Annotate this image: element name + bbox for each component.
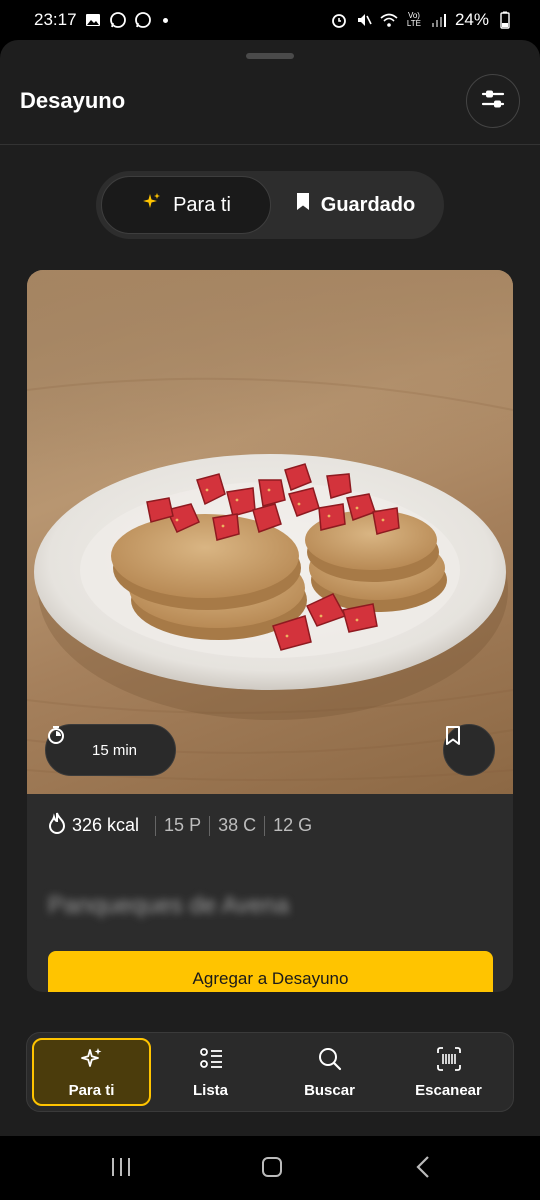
- gallery-icon: [84, 11, 102, 29]
- sparkles-icon: [141, 191, 163, 219]
- fat: 12 G: [273, 815, 313, 835]
- back-button[interactable]: [410, 1155, 436, 1184]
- volte-icon: Vo) LTE: [406, 11, 421, 28]
- list-icon: [198, 1046, 224, 1076]
- search-icon: [317, 1046, 343, 1076]
- bookmark-button[interactable]: [443, 724, 495, 776]
- system-nav-bar: [0, 1136, 540, 1200]
- prep-time: 15 min: [91, 741, 138, 759]
- barcode-scan-icon: [436, 1046, 462, 1076]
- status-time: 23:17: [34, 10, 77, 29]
- status-bar: 23:17 Vo) LTE 24%: [0, 0, 540, 40]
- segmented-control: Para ti Guardado: [96, 171, 444, 239]
- nav-label: Buscar: [304, 1081, 355, 1099]
- home-icon: [261, 1156, 283, 1183]
- filter-button[interactable]: [466, 74, 520, 128]
- whatsapp-icon: [109, 11, 127, 29]
- bottom-sheet: Desayuno Para ti Guardado 15 min 326 kca…: [0, 40, 540, 1136]
- nav-escanear[interactable]: Escanear: [389, 1038, 508, 1106]
- prep-time-pill: 15 min: [45, 724, 176, 776]
- signal-icon: [430, 11, 448, 29]
- nav-label: Escanear: [415, 1081, 482, 1099]
- tab-guardado[interactable]: Guardado: [271, 176, 439, 234]
- add-to-breakfast-button[interactable]: Agregar a Desayuno: [48, 951, 493, 992]
- battery-icon: [496, 11, 514, 29]
- flame-icon: [48, 812, 66, 839]
- whatsapp-icon: [134, 11, 152, 29]
- separator: [155, 815, 157, 836]
- alarm-icon: [330, 11, 348, 29]
- wifi-icon: [380, 11, 398, 29]
- home-button[interactable]: [259, 1156, 285, 1182]
- nav-label: Para ti: [68, 1081, 115, 1099]
- protein: 15 P: [164, 815, 202, 835]
- tab-label: Guardado: [320, 193, 416, 216]
- recipe-photo: 15 min: [27, 270, 513, 794]
- nav-buscar[interactable]: Buscar: [270, 1038, 389, 1106]
- back-icon: [415, 1155, 431, 1184]
- calories: 326 kcal: [72, 815, 140, 835]
- sliders-icon: [480, 86, 506, 117]
- recent-apps-button[interactable]: [108, 1156, 134, 1182]
- separator: [209, 815, 211, 836]
- tab-para-ti[interactable]: Para ti: [101, 176, 271, 234]
- macro-summary: 326 kcal 15 P 38 C 12 G: [48, 812, 312, 839]
- tab-label: Para ti: [173, 193, 231, 216]
- notification-dot: [162, 17, 168, 23]
- separator: [264, 815, 266, 836]
- battery-percent: 24%: [454, 10, 489, 29]
- header-divider: [0, 144, 540, 145]
- recent-apps-icon: [109, 1156, 133, 1183]
- mute-icon: [355, 11, 373, 29]
- recipe-card[interactable]: 15 min 326 kcal 15 P 38 C 12 G Panqueque…: [27, 270, 513, 992]
- bookmark-icon: [295, 192, 311, 218]
- recipe-name: Panqueques de Avena: [48, 892, 290, 919]
- nav-para-ti[interactable]: Para ti: [32, 1038, 151, 1106]
- carbs: 38 C: [218, 815, 257, 835]
- bottom-nav: Para ti Lista Buscar Escanear: [26, 1032, 514, 1112]
- drag-handle[interactable]: [246, 53, 294, 59]
- nav-label: Lista: [192, 1081, 228, 1099]
- page-title: Desayuno: [20, 88, 126, 113]
- sparkles-icon: [79, 1046, 105, 1076]
- nav-lista[interactable]: Lista: [151, 1038, 270, 1106]
